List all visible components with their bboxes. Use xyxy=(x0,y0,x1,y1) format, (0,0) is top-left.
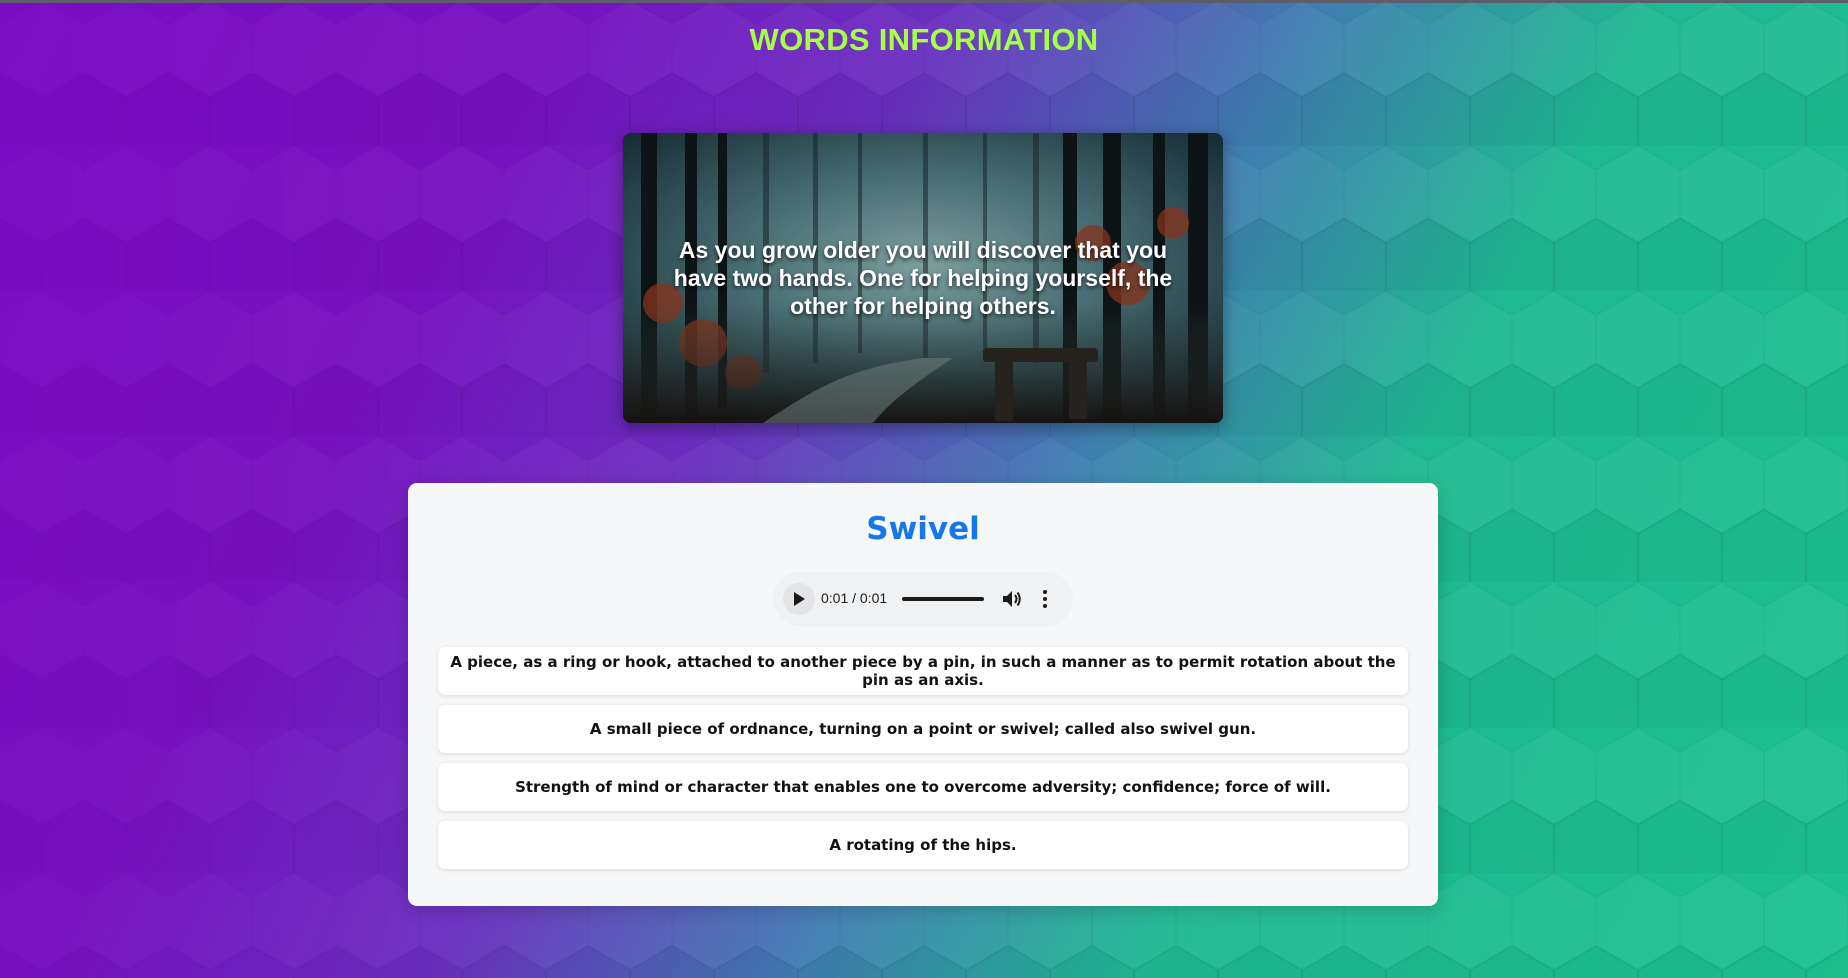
volume-button[interactable] xyxy=(1001,588,1023,610)
page-title: WORDS INFORMATION xyxy=(749,22,1099,57)
audio-time-readout: 0:01 / 0:01 xyxy=(821,590,888,606)
audio-seek-bar[interactable] xyxy=(902,597,984,601)
quote-banner: As you grow older you will discover that… xyxy=(623,133,1223,423)
word-title: Swivel xyxy=(866,511,980,547)
definitions-list: A piece, as a ring or hook, attached to … xyxy=(438,647,1408,879)
window-top-border xyxy=(0,0,1848,3)
more-vertical-icon xyxy=(1043,590,1047,594)
play-icon xyxy=(794,592,805,606)
definition-item: Strength of mind or character that enabl… xyxy=(438,763,1408,811)
volume-icon xyxy=(1003,591,1021,607)
more-options-button[interactable] xyxy=(1035,588,1055,610)
definition-item: A small piece of ordnance, turning on a … xyxy=(438,705,1408,753)
word-card: Swivel 0:01 / 0:01 A piece, as a ring or… xyxy=(408,483,1438,906)
hero-quote-text: As you grow older you will discover that… xyxy=(673,237,1173,319)
definition-item: A piece, as a ring or hook, attached to … xyxy=(438,647,1408,695)
pronunciation-audio-player[interactable]: 0:01 / 0:01 xyxy=(773,572,1073,626)
definition-item: A rotating of the hips. xyxy=(438,821,1408,869)
more-vertical-icon-dot xyxy=(1043,604,1047,608)
play-button[interactable] xyxy=(783,583,815,615)
more-vertical-icon-dot xyxy=(1043,597,1047,601)
